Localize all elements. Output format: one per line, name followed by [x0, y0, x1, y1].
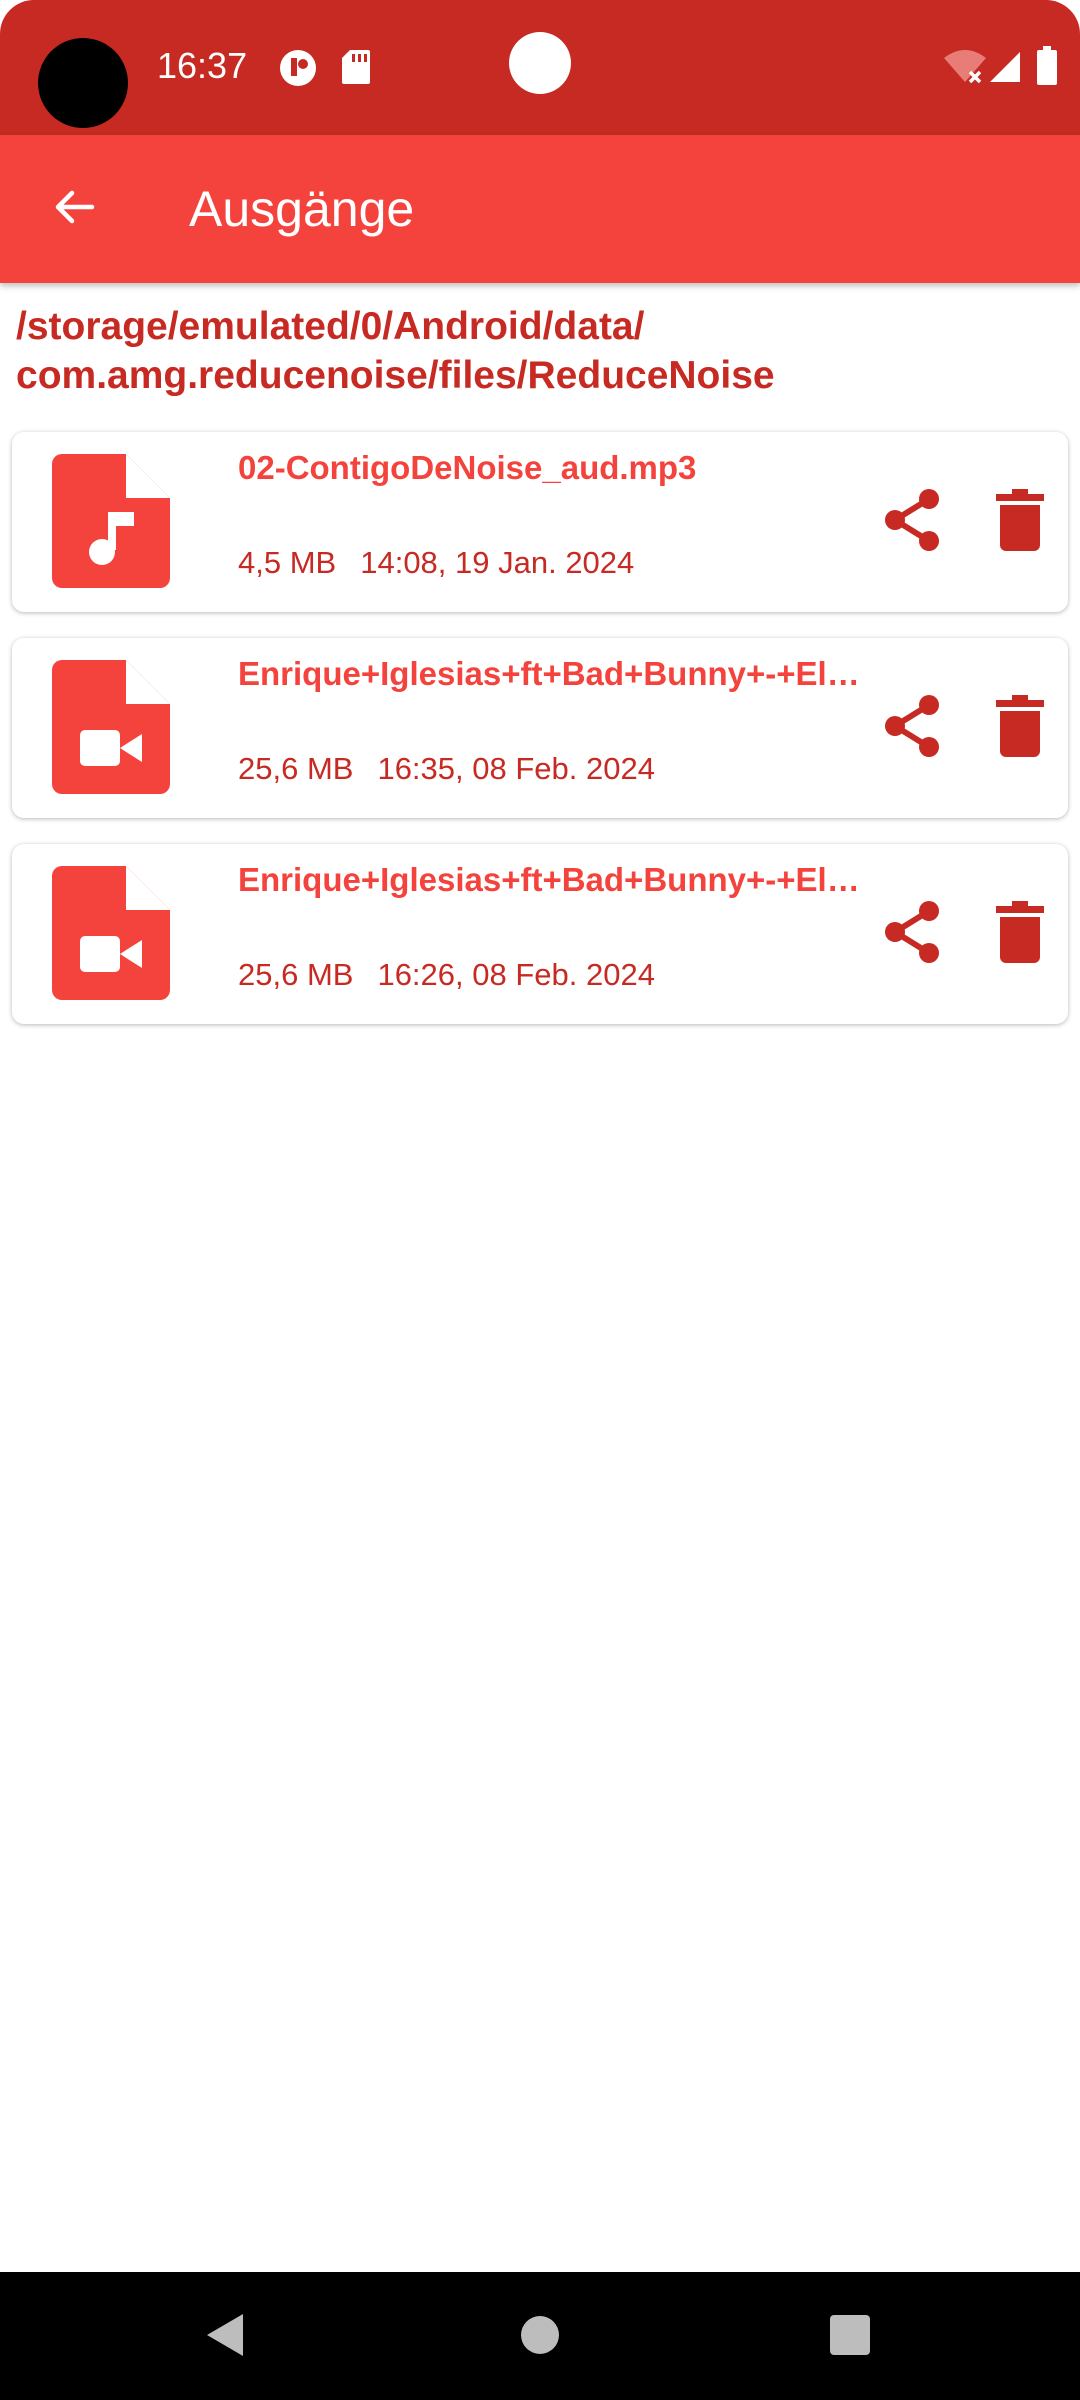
folder-path-text: /storage/emulated/0/Android/data/ com.am… — [16, 305, 775, 397]
nav-home-button[interactable] — [505, 2302, 575, 2372]
nav-recents-button[interactable] — [815, 2302, 885, 2372]
system-nav-bar — [0, 2272, 1080, 2400]
signal-icon — [988, 50, 1022, 89]
battery-icon — [1036, 46, 1058, 91]
share-icon — [881, 899, 943, 970]
audio-file-icon — [52, 454, 170, 593]
file-card[interactable]: 02-ContigoDeNoise_aud.mp3 4,5 MB 14:08, 1… — [12, 432, 1068, 612]
trash-icon — [996, 488, 1044, 556]
camera-cutout — [38, 38, 128, 128]
file-name: Enrique+Iglesias+ft+Bad+Bunny+-+El+… — [238, 861, 868, 898]
delete-button[interactable] — [982, 896, 1058, 972]
delete-button[interactable] — [982, 690, 1058, 766]
status-indicator-dot — [509, 32, 571, 94]
folder-path: /storage/emulated/0/Android/data/ com.am… — [16, 302, 1066, 400]
file-date: 16:26, 08 Feb. 2024 — [377, 957, 655, 992]
share-button[interactable] — [874, 690, 950, 766]
back-button[interactable] — [38, 173, 110, 245]
file-size: 25,6 MB — [238, 751, 354, 786]
app-notification-icon — [278, 48, 318, 93]
video-file-icon — [52, 660, 170, 799]
app-bar: Ausgänge — [0, 135, 1080, 283]
file-card[interactable]: Enrique+Iglesias+ft+Bad+Bunny+-+El+… 25,… — [12, 844, 1068, 1024]
arrow-back-icon — [50, 183, 98, 236]
delete-button[interactable] — [982, 484, 1058, 560]
share-button[interactable] — [874, 484, 950, 560]
file-name: Enrique+Iglesias+ft+Bad+Bunny+-+El+… — [238, 655, 868, 692]
file-meta: 4,5 MB 14:08, 19 Jan. 2024 — [238, 544, 658, 582]
nav-back-button[interactable] — [190, 2302, 260, 2372]
trash-icon — [996, 900, 1044, 968]
file-date: 16:35, 08 Feb. 2024 — [377, 751, 655, 786]
share-icon — [881, 487, 943, 558]
trash-icon — [996, 694, 1044, 762]
file-size: 25,6 MB — [238, 957, 354, 992]
file-date: 14:08, 19 Jan. 2024 — [360, 545, 635, 580]
share-icon — [881, 693, 943, 764]
file-card[interactable]: Enrique+Iglesias+ft+Bad+Bunny+-+El+… 25,… — [12, 638, 1068, 818]
share-button[interactable] — [874, 896, 950, 972]
status-time: 16:37 — [157, 45, 248, 86]
video-file-icon — [52, 866, 170, 1005]
nav-recents-icon — [829, 2314, 871, 2361]
file-meta: 25,6 MB 16:35, 08 Feb. 2024 — [238, 750, 679, 788]
wifi-off-icon — [944, 50, 986, 89]
sd-card-icon — [340, 48, 372, 91]
file-name: 02-ContigoDeNoise_aud.mp3 — [238, 449, 697, 486]
nav-home-icon — [520, 2315, 560, 2360]
nav-back-icon — [203, 2312, 247, 2363]
page-title: Ausgänge — [189, 181, 415, 237]
file-meta: 25,6 MB 16:26, 08 Feb. 2024 — [238, 956, 679, 994]
file-size: 4,5 MB — [238, 545, 337, 580]
status-bar: 16:37 — [0, 0, 1080, 135]
